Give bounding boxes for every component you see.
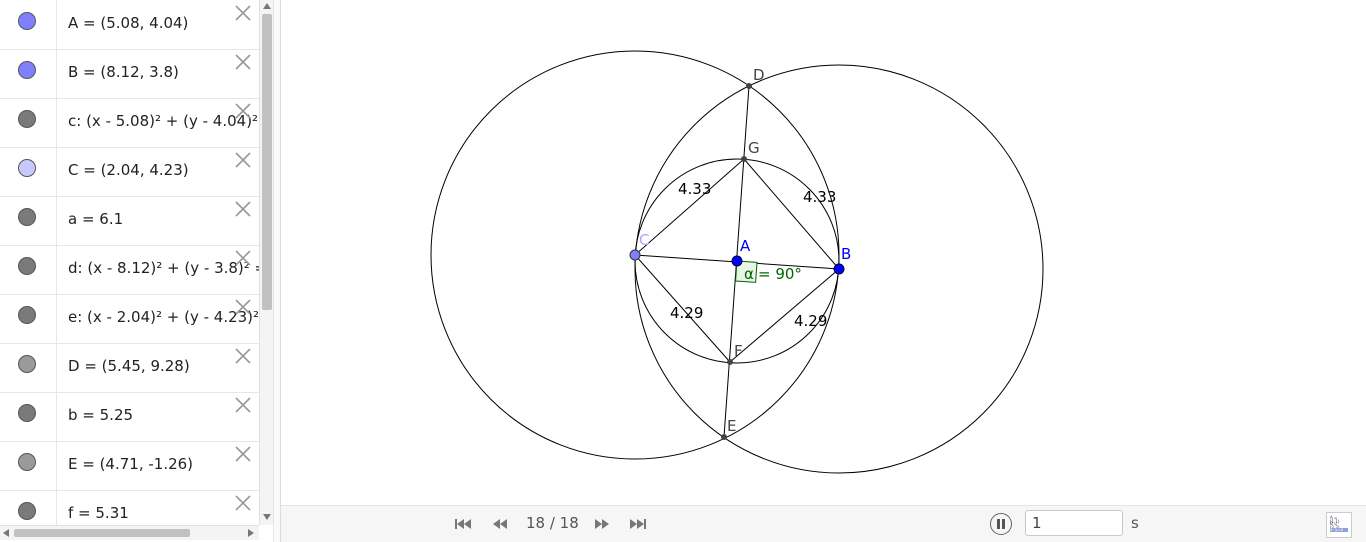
algebra-row[interactable]: B = (8.12, 3.8) — [0, 49, 259, 99]
visibility-toggle[interactable] — [18, 208, 36, 226]
delete-icon[interactable] — [233, 52, 253, 72]
scrollbar-thumb[interactable] — [14, 529, 190, 537]
delete-icon[interactable] — [233, 395, 253, 415]
scroll-up-icon[interactable] — [263, 3, 271, 9]
algebra-item-text[interactable]: E = (4.71, -1.26) — [68, 455, 193, 473]
algebra-row[interactable]: D = (5.45, 9.28) — [0, 343, 259, 393]
scroll-right-icon[interactable] — [248, 529, 254, 537]
animation-player-bar: 18 / 18 s A = (1,1) B = (2,2) a: y=x — [281, 505, 1366, 542]
algebra-row[interactable]: C = (2.04, 4.23) — [0, 147, 259, 197]
algebra-row[interactable]: d: (x - 8.12)² + (y - 3.8)² = 37.21 — [0, 245, 259, 295]
segment-cg[interactable] — [634, 158, 745, 256]
visibility-toggle[interactable] — [18, 502, 36, 520]
algebra-row[interactable]: E = (4.71, -1.26) — [0, 441, 259, 491]
algebra-row[interactable]: f = 5.31 — [0, 490, 259, 525]
point-c[interactable] — [629, 249, 641, 261]
algebra-item-text[interactable]: c: (x - 5.08)² + (y - 4.04)² = 4.28 — [68, 112, 259, 130]
visibility-toggle[interactable] — [18, 453, 36, 471]
scrollbar-thumb[interactable] — [262, 14, 272, 310]
visibility-toggle[interactable] — [18, 306, 36, 324]
visibility-toggle[interactable] — [18, 404, 36, 422]
delete-icon[interactable] — [233, 444, 253, 464]
length-label-cg: 4.33 — [678, 180, 711, 198]
algebra-view: A = (5.08, 4.04) B = (8.12, 3.8) c: (x -… — [0, 0, 259, 525]
point-label-f: F — [734, 342, 743, 360]
point-label-b: B — [841, 245, 851, 263]
visibility-toggle[interactable] — [18, 159, 36, 177]
delete-icon[interactable] — [233, 101, 253, 121]
visibility-toggle[interactable] — [18, 61, 36, 79]
algebra-item-text[interactable]: D = (5.45, 9.28) — [68, 357, 190, 375]
point-g[interactable] — [741, 156, 747, 162]
algebra-row[interactable]: e: (x - 2.04)² + (y - 4.23)² = 37.21 — [0, 294, 259, 344]
length-label-gb: 4.33 — [803, 188, 836, 206]
length-label-fb: 4.29 — [794, 312, 827, 330]
point-b[interactable] — [833, 263, 845, 275]
algebra-view-toggle-button[interactable]: A = (1,1) B = (2,2) a: y=x — [1326, 512, 1352, 538]
visibility-toggle[interactable] — [18, 355, 36, 373]
delete-icon[interactable] — [233, 3, 253, 23]
point-label-g: G — [748, 139, 760, 157]
next-frame-icon[interactable] — [592, 517, 612, 531]
angle-value: = 90° — [758, 265, 802, 283]
toggle-icon-line: A = (1,1) — [1330, 515, 1340, 524]
scroll-left-icon[interactable] — [3, 529, 9, 537]
frame-counter: 18 / 18 — [526, 514, 579, 532]
segment-gb[interactable] — [743, 158, 840, 270]
algebra-vertical-scrollbar[interactable] — [259, 0, 274, 525]
visibility-toggle[interactable] — [18, 257, 36, 275]
algebra-row[interactable]: A = (5.08, 4.04) — [0, 0, 259, 50]
delete-icon[interactable] — [233, 199, 253, 219]
pause-button[interactable] — [990, 513, 1012, 535]
algebra-item-text[interactable]: d: (x - 8.12)² + (y - 3.8)² = 37.21 — [68, 259, 259, 277]
toggle-icon-line: B = (2,2) — [1330, 521, 1339, 530]
algebra-item-text[interactable]: b = 5.25 — [68, 406, 133, 424]
point-a[interactable] — [731, 255, 743, 267]
point-f[interactable] — [727, 359, 733, 365]
graphics-view[interactable]: α = 90° 4.33 4.33 4.29 4.29 D G C A B F … — [281, 0, 1366, 505]
visibility-toggle[interactable] — [18, 110, 36, 128]
algebra-horizontal-scrollbar[interactable] — [0, 525, 259, 540]
algebra-item-text[interactable]: a = 6.1 — [68, 210, 123, 228]
scroll-down-icon[interactable] — [263, 514, 271, 520]
point-label-e: E — [727, 417, 736, 435]
view-splitter[interactable] — [273, 0, 281, 542]
delete-icon[interactable] — [233, 297, 253, 317]
point-label-c: C — [639, 231, 649, 249]
delete-icon[interactable] — [233, 248, 253, 268]
animation-speed-input[interactable] — [1025, 510, 1123, 536]
point-label-d: D — [753, 66, 765, 84]
speed-unit-label: s — [1131, 514, 1139, 532]
point-d[interactable] — [746, 83, 752, 89]
delete-icon[interactable] — [233, 346, 253, 366]
algebra-item-text[interactable]: C = (2.04, 4.23) — [68, 161, 189, 179]
delete-icon[interactable] — [233, 493, 253, 513]
algebra-row[interactable]: b = 5.25 — [0, 392, 259, 442]
algebra-item-text[interactable]: A = (5.08, 4.04) — [68, 14, 188, 32]
first-frame-icon[interactable] — [453, 517, 473, 531]
algebra-item-text[interactable]: e: (x - 2.04)² + (y - 4.23)² = 37.21 — [68, 308, 259, 326]
algebra-row[interactable]: c: (x - 5.08)² + (y - 4.04)² = 4.28 — [0, 98, 259, 148]
visibility-toggle[interactable] — [18, 12, 36, 30]
point-label-a: A — [740, 237, 751, 255]
previous-frame-icon[interactable] — [490, 517, 510, 531]
toggle-icon-line: a: y=x — [1330, 528, 1348, 532]
last-frame-icon[interactable] — [628, 517, 648, 531]
algebra-item-text[interactable]: B = (8.12, 3.8) — [68, 63, 179, 81]
angle-symbol: α — [744, 265, 754, 283]
algebra-item-text[interactable]: f = 5.31 — [68, 504, 129, 522]
length-label-cf: 4.29 — [670, 304, 703, 322]
delete-icon[interactable] — [233, 150, 253, 170]
algebra-row[interactable]: a = 6.1 — [0, 196, 259, 246]
